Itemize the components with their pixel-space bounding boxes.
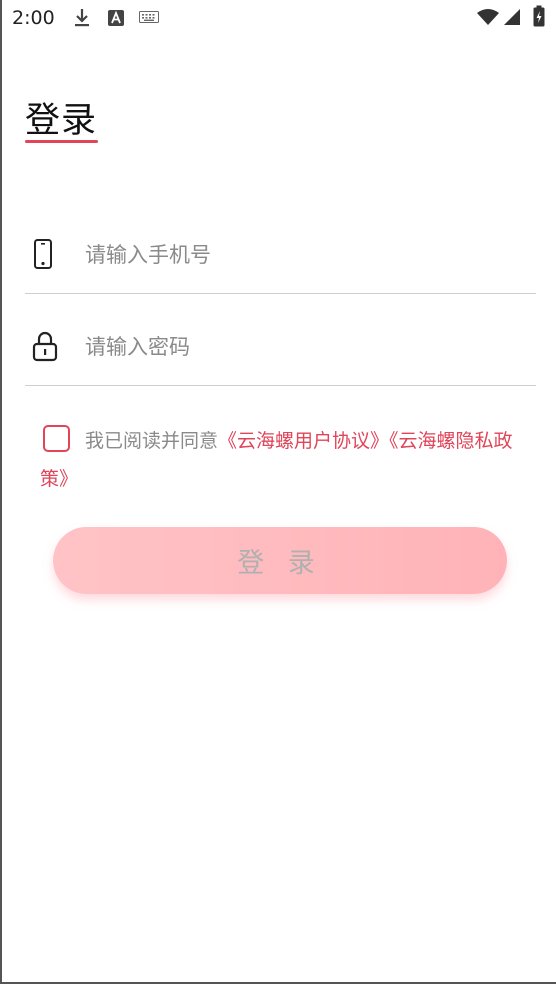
lock-icon bbox=[32, 331, 58, 362]
agreement-row: 我已阅读并同意《云海螺用户协议》《云海螺隐私政策》 bbox=[40, 422, 530, 498]
title-underline bbox=[25, 140, 98, 143]
phone-icon bbox=[34, 239, 52, 269]
page-title: 登录 bbox=[25, 101, 98, 141]
login-button-label: 登 录 bbox=[237, 548, 323, 578]
phone-field-row bbox=[25, 224, 536, 284]
status-time: 2:00 bbox=[12, 7, 55, 29]
keyboard-icon bbox=[139, 11, 159, 23]
agreement-checkbox[interactable] bbox=[43, 425, 70, 452]
password-input[interactable] bbox=[83, 324, 527, 370]
password-divider bbox=[25, 385, 536, 386]
download-icon bbox=[75, 9, 89, 27]
user-agreement-link[interactable]: 《云海螺用户协议》 bbox=[218, 430, 389, 452]
login-button[interactable]: 登 录 bbox=[53, 527, 507, 594]
status-bar: 2:00 bbox=[0, 0, 556, 36]
a-box-icon bbox=[108, 10, 124, 26]
password-field-row bbox=[25, 316, 536, 376]
agreement-text: 我已阅读并同意《云海螺用户协议》《云海螺隐私政策》 bbox=[40, 422, 530, 498]
wifi-icon bbox=[477, 9, 499, 25]
agreement-prefix: 我已阅读并同意 bbox=[85, 430, 219, 452]
phone-divider bbox=[25, 293, 536, 294]
signal-icon bbox=[504, 9, 520, 25]
battery-icon bbox=[533, 5, 545, 27]
phone-input[interactable] bbox=[83, 232, 527, 278]
